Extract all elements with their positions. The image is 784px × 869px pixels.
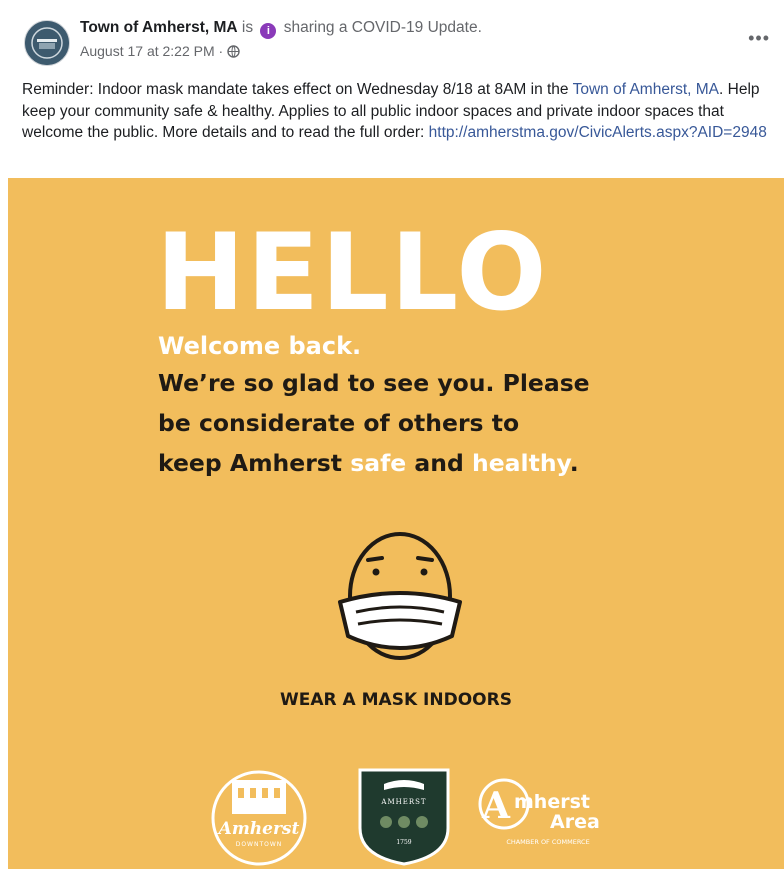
info-icon[interactable]: i	[260, 23, 277, 39]
order-link[interactable]: http://amherstma.gov/CivicAlerts.aspx?AI…	[429, 124, 767, 141]
poster-image[interactable]: HELLO Welcome back. We’re so glad to see…	[8, 178, 784, 869]
amherst-town-seal-logo: AMHERST 1759	[358, 768, 450, 866]
chamber-logo-text-1: mherst	[514, 791, 590, 813]
svg-text:A: A	[481, 785, 511, 827]
downtown-logo-text: Amherst	[217, 819, 300, 839]
globe-icon	[227, 45, 240, 58]
author-line: Town of Amherst, MA is i sharing a COVID…	[80, 19, 482, 39]
amherst-downtown-logo: Amherst DOWNTOWN	[211, 770, 307, 866]
line3-c: .	[569, 449, 579, 477]
meta-separator: ·	[218, 43, 224, 59]
line3-a: keep Amherst	[158, 449, 351, 477]
post-text: Reminder: Indoor mask mandate takes effe…	[22, 79, 780, 144]
poster-line-3: keep Amherst safe and healthy.	[158, 449, 579, 477]
page-avatar[interactable]	[24, 20, 70, 66]
chamber-logo-sub: CHAMBER OF COMMERCE	[506, 838, 589, 846]
timestamp[interactable]: August 17 at 2:22 PM	[80, 43, 215, 59]
wear-mask-text: WEAR A MASK INDOORS	[280, 690, 512, 710]
poster-line-2: be considerate of others to	[158, 409, 520, 437]
line3-healthy: healthy	[472, 449, 570, 477]
town-link[interactable]: Town of Amherst, MA	[573, 81, 719, 98]
town-seal-icon	[25, 21, 69, 65]
hello-heading: HELLO	[156, 211, 549, 334]
town-logo-year: 1759	[396, 839, 411, 846]
amherst-area-chamber-logo: A mherst Area CHAMBER OF COMMERCE	[478, 778, 600, 846]
chamber-logo-text-2: Area	[550, 811, 600, 833]
post-meta: August 17 at 2:22 PM ·	[80, 43, 240, 59]
line3-b: and	[406, 449, 473, 477]
activity-text: sharing a COVID-19 Update.	[283, 19, 482, 36]
poster-line-1: We’re so glad to see you. Please	[158, 369, 590, 397]
downtown-logo-sub: DOWNTOWN	[236, 841, 283, 848]
post-header: Town of Amherst, MA is i sharing a COVID…	[0, 0, 784, 178]
is-text: is	[241, 19, 254, 36]
author-name[interactable]: Town of Amherst, MA	[80, 19, 238, 36]
line3-safe: safe	[350, 449, 407, 477]
welcome-text: Welcome back.	[158, 332, 362, 360]
post-text-part1: Reminder: Indoor mask mandate takes effe…	[22, 81, 573, 98]
masked-face-icon	[338, 532, 462, 660]
more-options-button[interactable]: •••	[748, 28, 770, 49]
town-logo-text: AMHERST	[380, 798, 426, 806]
